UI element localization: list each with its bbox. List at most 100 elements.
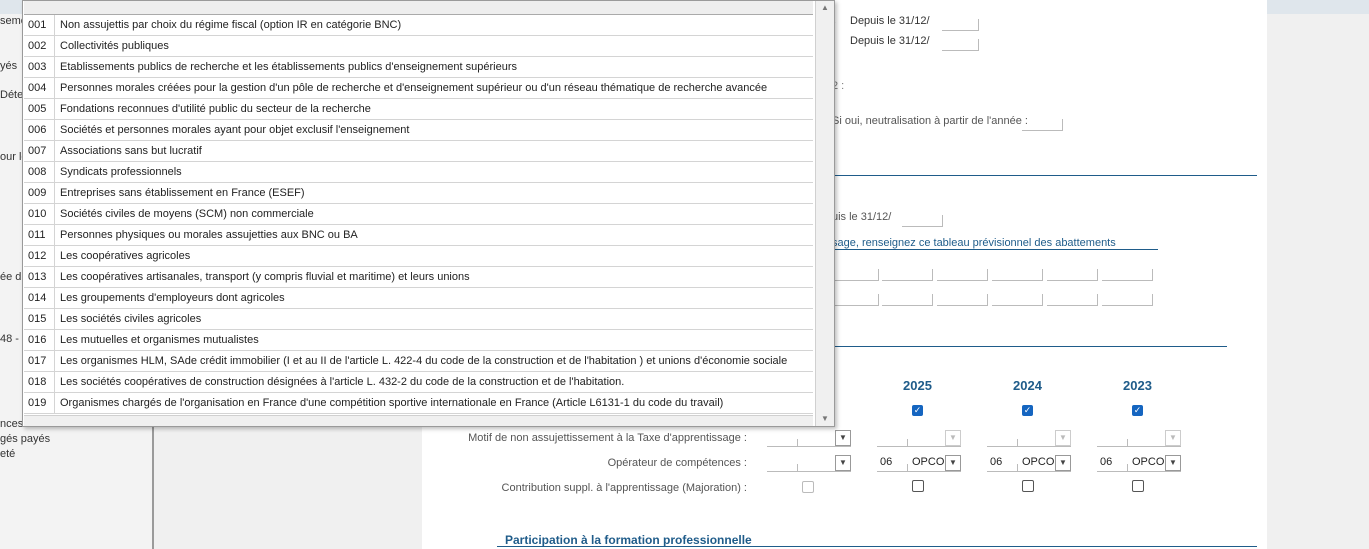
- depuis-label-3: uis le 31/12/: [832, 211, 892, 223]
- year-input-2[interactable]: [942, 39, 979, 51]
- option-label: Les mutuelles et organismes mutualistes: [60, 334, 259, 346]
- chevron-down-icon[interactable]: ▼: [835, 455, 851, 471]
- section-divider: [832, 175, 1257, 176]
- abattement-cell[interactable]: [832, 294, 879, 306]
- chevron-down-icon[interactable]: ▼: [1055, 430, 1071, 446]
- nav-item-fragment[interactable]: ée d: [0, 271, 21, 283]
- nav-item-fragment[interactable]: yés: [0, 60, 17, 72]
- abattements-link[interactable]: sage, renseignez ce tableau prévisionnel…: [832, 237, 1116, 249]
- dropdown-option[interactable]: 005 Fondations reconnues d'utilité public…: [24, 99, 813, 120]
- contribution-checkbox-2024[interactable]: [1022, 480, 1034, 492]
- option-label: Les sociétés civiles agricoles: [60, 313, 202, 325]
- contribution-checkbox-current[interactable]: [802, 481, 814, 493]
- option-code: 014: [24, 288, 55, 308]
- horizontal-scrollbar[interactable]: [24, 415, 813, 426]
- abattement-cell[interactable]: [882, 294, 933, 306]
- dropdown-option[interactable]: 015 Les sociétés civiles agricoles: [24, 309, 813, 330]
- operateur-select-2025[interactable]: 06 OPCO ▼: [877, 455, 961, 472]
- option-label: Personnes physiques ou morales assujetti…: [60, 229, 358, 241]
- option-code: 019: [24, 393, 55, 413]
- abattement-cell[interactable]: [882, 269, 933, 281]
- nav-item-fragment[interactable]: nces: [0, 418, 23, 430]
- motif-select-2023[interactable]: ▼: [1097, 430, 1181, 447]
- dropdown-option[interactable]: 001 Non assujettis par choix du régime fi…: [24, 15, 813, 36]
- dropdown-option[interactable]: 014 Les groupements d'employeurs dont agr…: [24, 288, 813, 309]
- dropdown-option[interactable]: 006 Sociétés et personnes morales ayant p…: [24, 120, 813, 141]
- dropdown-option[interactable]: 004 Personnes morales créées pour la gest…: [24, 78, 813, 99]
- option-code: 001: [24, 15, 55, 35]
- dropdown-option[interactable]: 013 Les coopératives artisanales, transpo…: [24, 267, 813, 288]
- dropdown-option[interactable]: 008 Syndicats professionnels: [24, 162, 813, 183]
- motif-dropdown-list[interactable]: 001 Non assujettis par choix du régime fi…: [22, 0, 835, 427]
- assujetti-checkbox-2023[interactable]: ✓: [1132, 405, 1143, 416]
- scroll-up-icon[interactable]: ▲: [816, 1, 834, 15]
- dropdown-option[interactable]: 016 Les mutuelles et organismes mutualist…: [24, 330, 813, 351]
- option-label: Les organismes HLM, SAde crédit immobili…: [60, 355, 788, 367]
- abattement-cell[interactable]: [937, 269, 988, 281]
- dropdown-option[interactable]: 010 Sociétés civiles de moyens (SCM) non …: [24, 204, 813, 225]
- option-label: Etablissements publics de recherche et l…: [60, 61, 518, 73]
- vertical-scrollbar[interactable]: ▲ ▼: [815, 1, 834, 426]
- dropdown-option[interactable]: 017 Les organismes HLM, SAde crédit immob…: [24, 351, 813, 372]
- operateur-code: 06: [990, 456, 1003, 468]
- dropdown-option[interactable]: 012 Les coopératives agricoles: [24, 246, 813, 267]
- chevron-down-icon[interactable]: ▼: [1055, 455, 1071, 471]
- dropdown-option[interactable]: 002 Collectivités publiques: [24, 36, 813, 57]
- year-header-2023: 2023: [1123, 378, 1152, 393]
- chevron-down-icon[interactable]: ▼: [1165, 430, 1181, 446]
- operateur-name: OPCO: [912, 456, 945, 468]
- abattement-cell[interactable]: [1102, 269, 1153, 281]
- abattement-cell[interactable]: [992, 294, 1043, 306]
- dropdown-option[interactable]: 018 Les sociétés coopératives de construc…: [24, 372, 813, 393]
- option-label: Syndicats professionnels: [60, 166, 182, 178]
- option-label: Non assujettis par choix du régime fisca…: [60, 19, 402, 31]
- assujetti-checkbox-2025[interactable]: ✓: [912, 405, 923, 416]
- scroll-down-icon[interactable]: ▼: [816, 412, 834, 426]
- dropdown-option[interactable]: 019 Organismes chargés de l'organisation …: [24, 393, 813, 414]
- chevron-down-icon[interactable]: ▼: [835, 430, 851, 446]
- abattement-cell[interactable]: [937, 294, 988, 306]
- dropdown-option[interactable]: 003 Etablissements publics de recherche e…: [24, 57, 813, 78]
- section-divider: [497, 546, 1257, 547]
- operateur-select-2024[interactable]: 06 OPCO ▼: [987, 455, 1071, 472]
- dropdown-option[interactable]: 011 Personnes physiques ou morales assuje…: [24, 225, 813, 246]
- nav-item-fragment[interactable]: eté: [0, 448, 15, 460]
- option-label: Les groupements d'employeurs dont agrico…: [60, 292, 285, 304]
- operateur-select-2023[interactable]: 06 OPCO ▼: [1097, 455, 1181, 472]
- operateur-code: 06: [1100, 456, 1113, 468]
- abattement-cell[interactable]: [832, 269, 879, 281]
- section-divider: [832, 346, 1227, 347]
- contribution-checkbox-2025[interactable]: [912, 480, 924, 492]
- chevron-down-icon[interactable]: ▼: [1165, 455, 1181, 471]
- option-label: Sociétés civiles de moyens (SCM) non com…: [60, 208, 314, 220]
- option-label: Les coopératives agricoles: [60, 250, 191, 262]
- assujetti-checkbox-2024[interactable]: ✓: [1022, 405, 1033, 416]
- chevron-down-icon[interactable]: ▼: [945, 455, 961, 471]
- option-code: 013: [24, 267, 55, 287]
- year-input-3[interactable]: [902, 215, 943, 227]
- motif-select-2025[interactable]: ▼: [877, 430, 961, 447]
- participation-heading: Participation à la formation professionn…: [505, 533, 752, 547]
- dropdown-option[interactable]: 007 Associations sans but lucratif: [24, 141, 813, 162]
- nav-item-fragment[interactable]: gés payés: [0, 433, 50, 445]
- dropdown-option[interactable]: 009 Entreprises sans établissement en Fra…: [24, 183, 813, 204]
- operateur-select-current[interactable]: ▼: [767, 455, 851, 472]
- abattement-cell[interactable]: [1047, 294, 1098, 306]
- option-code: 003: [24, 57, 55, 77]
- contribution-checkbox-2023[interactable]: [1132, 480, 1144, 492]
- year-input-1[interactable]: [942, 19, 979, 31]
- neutralisation-year-input[interactable]: [1022, 119, 1063, 131]
- option-label: Personnes morales créées pour la gestion…: [60, 82, 768, 94]
- year-header-2024: 2024: [1013, 378, 1042, 393]
- dropdown-header: [24, 1, 813, 15]
- option-code: 002: [24, 36, 55, 56]
- motif-select-2024[interactable]: ▼: [987, 430, 1071, 447]
- option-label: Entreprises sans établissement en France…: [60, 187, 305, 199]
- motif-select-current[interactable]: ▼: [767, 430, 851, 447]
- option-code: 006: [24, 120, 55, 140]
- abattement-cell[interactable]: [1047, 269, 1098, 281]
- chevron-down-icon[interactable]: ▼: [945, 430, 961, 446]
- abattement-cell[interactable]: [992, 269, 1043, 281]
- abattement-cell[interactable]: [1102, 294, 1153, 306]
- operateur-name: OPCO: [1022, 456, 1055, 468]
